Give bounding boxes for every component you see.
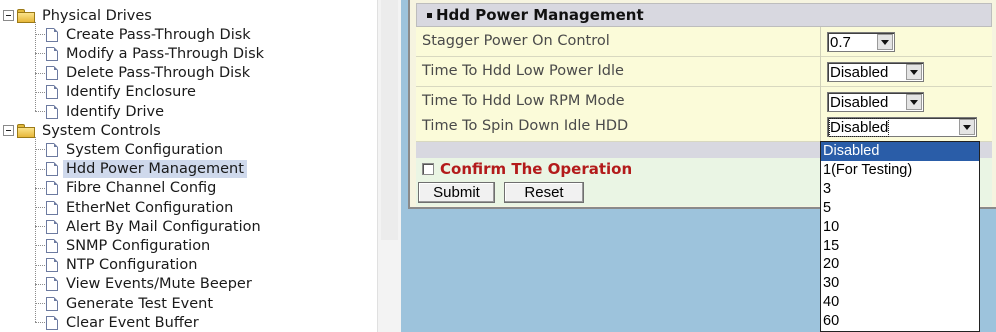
setting-label: Time To Spin Down Idle HDD — [422, 118, 629, 134]
confirm-checkbox[interactable] — [422, 163, 434, 175]
tree-item-label: Alert By Mail Configuration — [66, 218, 261, 235]
chevron-down-icon[interactable] — [906, 94, 922, 110]
navigation-tree: Physical Drives Create Pass-Through Disk M… — [0, 0, 377, 332]
tree-item-label: Delete Pass-Through Disk — [66, 65, 251, 82]
tree-item[interactable]: EtherNet Configuration — [46, 198, 236, 217]
tree-item[interactable]: NTP Configuration — [46, 256, 200, 275]
submit-button[interactable]: Submit — [418, 182, 495, 203]
tree-item-label: SNMP Configuration — [66, 237, 211, 254]
dropdown-option[interactable]: 20 — [821, 255, 979, 274]
scrollbar-thumb[interactable] — [381, 0, 398, 240]
tree-item[interactable]: Identify Enclosure — [46, 83, 199, 102]
setting-row-stagger-power: Stagger Power On Control 0.7 — [416, 27, 992, 57]
tree-item[interactable]: SNMP Configuration — [46, 236, 213, 255]
chevron-down-icon[interactable] — [877, 34, 893, 50]
dropdown-option[interactable]: 15 — [821, 237, 979, 256]
setting-row-spin-down-idle: Time To Spin Down Idle HDD Disabled — [416, 112, 992, 142]
page-icon — [46, 66, 58, 81]
tree-item-label: System Configuration — [66, 141, 224, 158]
tree-item-label: Create Pass-Through Disk — [66, 26, 251, 43]
collapse-icon[interactable] — [3, 10, 14, 21]
tree-item[interactable]: Modify a Pass-Through Disk — [46, 44, 267, 63]
section-title-text: Hdd Power Management — [436, 6, 644, 24]
tree-item[interactable]: View Events/Mute Beeper — [46, 275, 255, 294]
tree-item-label: Modify a Pass-Through Disk — [66, 45, 265, 62]
dropdown-option[interactable]: 30 — [821, 274, 979, 293]
page-icon — [46, 258, 58, 273]
stagger-power-select[interactable]: 0.7 — [827, 32, 895, 52]
tree-item[interactable]: System Configuration — [46, 140, 226, 159]
tree-item[interactable]: Clear Event Buffer — [46, 313, 202, 332]
tree-folder[interactable]: Physical Drives — [3, 6, 155, 25]
page-icon — [46, 200, 58, 215]
dropdown-option[interactable]: 60 — [821, 312, 979, 331]
tree-scrollbar[interactable] — [377, 0, 401, 332]
dropdown-option[interactable]: 3 — [821, 180, 979, 199]
folder-icon — [17, 123, 35, 138]
tree-item[interactable]: Create Pass-Through Disk — [46, 25, 254, 44]
setting-row-low-power-idle: Time To Hdd Low Power Idle Disabled — [416, 57, 992, 87]
tree-item[interactable]: Hdd Power Management — [46, 160, 247, 179]
spin-down-dropdown-list[interactable]: Disabled 1(For Testing) 3 5 10 15 20 30 40 60 — [820, 141, 980, 332]
tree-folder[interactable]: System Controls — [3, 121, 164, 140]
spin-down-idle-select[interactable]: Disabled — [827, 117, 977, 137]
select-value: Disabled — [828, 118, 890, 137]
setting-value-cell: Disabled — [820, 112, 992, 142]
low-power-idle-select[interactable]: Disabled — [827, 62, 924, 82]
page-icon — [46, 46, 58, 61]
setting-label: Time To Hdd Low RPM Mode — [422, 93, 625, 109]
low-rpm-mode-select[interactable]: Disabled — [827, 92, 924, 112]
dropdown-option[interactable]: 1(For Testing) — [821, 161, 979, 180]
tree-item-label: Identify Drive — [66, 103, 165, 120]
page-icon — [46, 27, 58, 42]
page-icon — [46, 277, 58, 292]
folder-icon — [17, 8, 35, 23]
tree-item-label: Fibre Channel Config — [66, 180, 217, 197]
select-value: 0.7 — [830, 34, 851, 51]
tree-item[interactable]: Fibre Channel Config — [46, 179, 219, 198]
page-icon — [46, 85, 58, 100]
tree-item[interactable]: Identify Drive — [46, 102, 167, 121]
chevron-down-icon[interactable] — [906, 64, 922, 80]
select-value: Disabled — [830, 94, 889, 111]
setting-value-cell: 0.7 — [820, 27, 992, 57]
confirm-label: Confirm The Operation — [440, 160, 633, 178]
tree-item-label: Generate Test Event — [66, 295, 214, 312]
tree-folder-label: System Controls — [42, 122, 161, 139]
page-icon — [46, 104, 58, 119]
page-icon — [46, 296, 58, 311]
bullet-icon — [427, 13, 432, 18]
tree-item-label: Clear Event Buffer — [66, 314, 199, 331]
reset-button[interactable]: Reset — [504, 182, 584, 203]
page-icon — [46, 142, 58, 157]
tree-item[interactable]: Generate Test Event — [46, 294, 216, 313]
tree-item[interactable]: Alert By Mail Configuration — [46, 217, 264, 236]
dropdown-option[interactable]: 40 — [821, 293, 979, 312]
setting-label: Time To Hdd Low Power Idle — [422, 63, 624, 79]
select-value: Disabled — [830, 64, 889, 81]
tree-item-label: Identify Enclosure — [66, 84, 196, 101]
dropdown-option[interactable]: Disabled — [821, 142, 979, 161]
setting-value-cell: Disabled — [820, 57, 992, 87]
setting-label: Stagger Power On Control — [422, 33, 610, 49]
dropdown-option[interactable]: 10 — [821, 218, 979, 237]
section-title: Hdd Power Management — [416, 3, 992, 27]
tree-item-label: View Events/Mute Beeper — [66, 276, 252, 293]
dropdown-option[interactable]: 5 — [821, 199, 979, 218]
page-icon — [46, 315, 58, 330]
tree-folder-label: Physical Drives — [42, 7, 152, 24]
tree-item[interactable]: Delete Pass-Through Disk — [46, 64, 253, 83]
collapse-icon[interactable] — [3, 125, 14, 137]
page-icon — [46, 181, 58, 196]
tree-item-label: Hdd Power Management — [63, 160, 247, 179]
page-icon — [46, 162, 58, 177]
tree-item-label: EtherNet Configuration — [66, 199, 234, 216]
chevron-down-icon[interactable] — [959, 119, 975, 135]
page-icon — [46, 219, 58, 234]
page-icon — [46, 238, 58, 253]
tree-item-label: NTP Configuration — [66, 257, 198, 274]
